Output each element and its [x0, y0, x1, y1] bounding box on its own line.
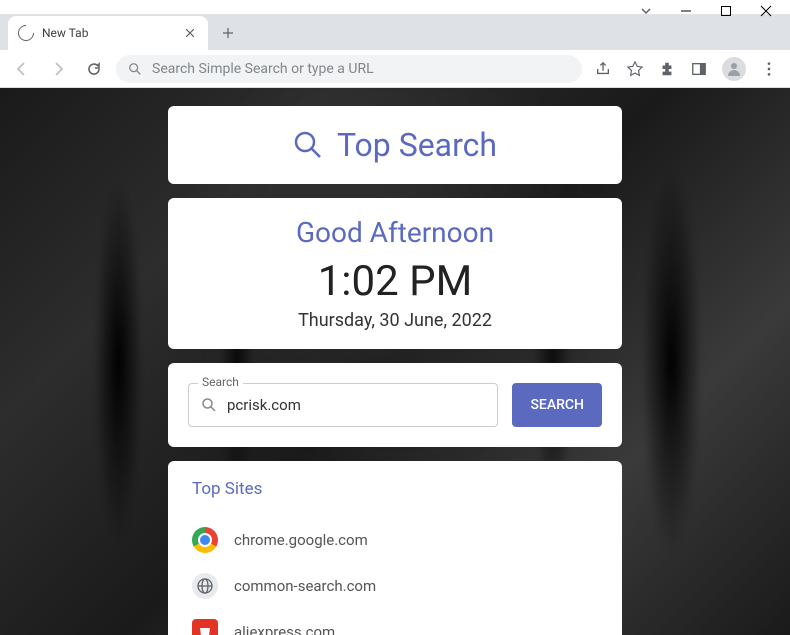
omnibox-placeholder: Search Simple Search or type a URL — [152, 61, 570, 77]
site-name: chrome.google.com — [234, 531, 368, 549]
clock-time: 1:02 PM — [186, 257, 604, 306]
search-label: Search — [198, 375, 243, 389]
search-button[interactable]: SEARCH — [512, 383, 602, 427]
new-tab-button[interactable] — [214, 19, 242, 47]
reload-button[interactable] — [80, 55, 108, 83]
extensions-icon[interactable] — [658, 60, 676, 78]
chrome-icon — [192, 527, 218, 553]
forward-button[interactable] — [44, 55, 72, 83]
browser-tab[interactable]: New Tab — [8, 16, 208, 50]
loading-icon — [15, 22, 38, 45]
search-field: Search — [188, 383, 498, 427]
greeting-text: Good Afternoon — [186, 216, 604, 249]
minimize-icon[interactable] — [680, 2, 692, 21]
chevron-down-icon[interactable] — [640, 2, 652, 21]
logo-card: Top Search — [168, 106, 622, 184]
maximize-icon[interactable] — [720, 2, 732, 21]
page-content: Top Search Good Afternoon 1:02 PM Thursd… — [0, 88, 790, 635]
site-row[interactable]: aliexpress.com — [192, 609, 598, 635]
tab-bar: New Tab — [0, 14, 790, 50]
close-icon[interactable] — [760, 2, 772, 21]
back-button[interactable] — [8, 55, 36, 83]
greeting-card: Good Afternoon 1:02 PM Thursday, 30 June… — [168, 198, 622, 349]
site-row[interactable]: common-search.com — [192, 563, 598, 609]
share-icon[interactable] — [594, 60, 612, 78]
browser-toolbar: Search Simple Search or type a URL — [0, 50, 790, 88]
search-icon — [293, 130, 323, 160]
address-bar[interactable]: Search Simple Search or type a URL — [116, 55, 582, 83]
aliexpress-icon — [192, 619, 218, 635]
search-icon — [201, 397, 217, 413]
topsites-title: Top Sites — [192, 479, 598, 499]
profile-avatar[interactable] — [722, 57, 746, 81]
search-input[interactable] — [227, 396, 485, 414]
window-controls — [0, 0, 790, 14]
sidepanel-icon[interactable] — [690, 60, 708, 78]
toolbar-actions — [590, 57, 782, 81]
site-name: common-search.com — [234, 577, 376, 595]
tab-title: New Tab — [42, 26, 174, 40]
search-icon — [128, 62, 142, 76]
clock-date: Thursday, 30 June, 2022 — [186, 310, 604, 331]
search-input-wrap — [188, 383, 498, 427]
site-name: aliexpress.com — [234, 623, 335, 635]
search-card: Search SEARCH — [168, 363, 622, 447]
menu-icon[interactable] — [760, 60, 778, 78]
tab-close-icon[interactable] — [182, 25, 198, 41]
topsites-card: Top Sites chrome.google.com common-searc… — [168, 461, 622, 635]
site-row[interactable]: chrome.google.com — [192, 517, 598, 563]
globe-icon — [192, 573, 218, 599]
logo-text: Top Search — [337, 126, 497, 164]
bookmark-icon[interactable] — [626, 60, 644, 78]
